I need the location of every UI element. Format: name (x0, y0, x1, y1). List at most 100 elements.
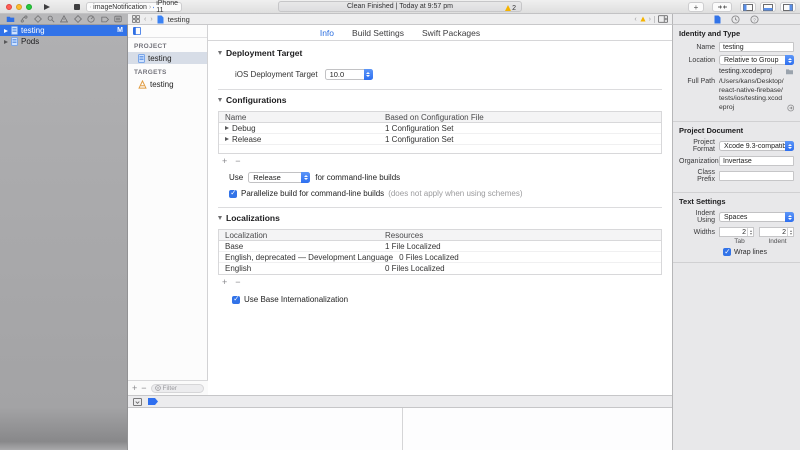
column-localization[interactable]: Localization (219, 231, 379, 240)
report-navigator-icon[interactable] (114, 15, 122, 23)
filter-input[interactable]: Filter (151, 384, 204, 393)
issues-back-icon[interactable]: ‹ (634, 16, 636, 23)
parallelize-checkbox[interactable] (229, 190, 237, 198)
add-configuration-button[interactable]: + (222, 157, 227, 166)
sidebar-item-target-testing[interactable]: testing (128, 78, 207, 90)
back-icon[interactable]: ‹ (144, 16, 146, 23)
variables-view[interactable] (128, 408, 403, 450)
organization-label: Organization (679, 158, 719, 165)
folder-icon[interactable] (785, 68, 794, 75)
stepper-arrows-icon[interactable] (787, 228, 793, 236)
base-internationalization-checkbox[interactable] (232, 296, 240, 304)
activity-status[interactable]: Clean Finished | Today at 9:57 pm 2 (278, 1, 522, 12)
name-field[interactable]: testing (719, 42, 794, 52)
file-inspector-icon[interactable] (714, 15, 721, 24)
toggle-navigator-button[interactable] (740, 2, 756, 12)
source-control-icon[interactable] (20, 15, 28, 23)
tab-build-settings[interactable]: Build Settings (352, 28, 404, 38)
sidebar-item-project-testing[interactable]: testing (128, 52, 207, 64)
symbol-navigator-icon[interactable] (34, 15, 42, 23)
disclosure-triangle-icon[interactable] (218, 51, 222, 55)
deployment-target-dropdown[interactable]: 10.0 (325, 69, 373, 80)
stop-button[interactable] (74, 4, 80, 10)
section-deployment-target[interactable]: Deployment Target (218, 48, 662, 58)
warning-icon[interactable] (640, 16, 645, 21)
add-button[interactable]: + (132, 384, 137, 393)
table-row[interactable]: Debug 1 Configuration Set (219, 123, 661, 134)
table-row[interactable]: English 0 Files Localized (219, 263, 661, 274)
organization-field[interactable]: Invertase (719, 156, 794, 166)
target-icon (138, 80, 147, 89)
table-row[interactable]: Release 1 Configuration Set (219, 134, 661, 145)
tab-swift-packages[interactable]: Swift Packages (422, 28, 480, 38)
jumpbar-file-name[interactable]: testing (168, 15, 190, 24)
project-format-label: Project Format (679, 139, 719, 153)
toggle-debug-button[interactable] (760, 2, 776, 12)
project-format-dropdown[interactable]: Xcode 9.3-compatible (719, 141, 794, 151)
wrap-lines-checkbox[interactable] (723, 248, 731, 256)
disclosure-triangle-icon[interactable] (4, 29, 8, 33)
breakpoint-icon[interactable] (148, 398, 158, 405)
disclosure-triangle-icon[interactable] (218, 98, 222, 102)
indent-width-stepper[interactable]: 2 (759, 227, 794, 237)
disclosure-triangle-icon[interactable] (4, 40, 8, 44)
test-navigator-icon[interactable] (74, 15, 82, 23)
tab-width-stepper[interactable]: 2 (719, 227, 754, 237)
file-inspector: Identity and Type Name testing Location … (672, 25, 800, 450)
issue-navigator-icon[interactable] (60, 15, 68, 23)
class-prefix-field[interactable] (719, 171, 794, 181)
disclosure-triangle-icon[interactable] (225, 126, 229, 130)
name-label: Name (679, 44, 719, 51)
run-button[interactable] (44, 4, 50, 10)
disclosure-triangle-icon[interactable] (225, 137, 229, 141)
column-based-on[interactable]: Based on Configuration File (379, 113, 661, 122)
remove-configuration-button[interactable]: − (235, 157, 240, 166)
localization-resources: 1 File Localized (379, 242, 661, 251)
file-icon (157, 15, 164, 24)
minimize-button[interactable] (16, 4, 22, 10)
hide-debug-icon[interactable] (133, 398, 142, 406)
status-text: Clean Finished | Today at 9:57 pm (347, 3, 453, 10)
quick-help-icon[interactable]: ? (750, 15, 759, 24)
editor-layout-button[interactable] (712, 2, 732, 12)
stepper-arrows-icon[interactable] (747, 228, 753, 236)
breakpoint-navigator-icon[interactable] (101, 16, 109, 23)
remove-button[interactable]: − (141, 384, 146, 393)
table-row[interactable]: English, deprecated — Development Langua… (219, 252, 661, 263)
section-localizations[interactable]: Localizations (218, 213, 662, 223)
scheme-selector[interactable]: imageNotification › iPhone 11 (86, 2, 182, 12)
zoom-button[interactable] (26, 4, 32, 10)
find-navigator-icon[interactable] (47, 15, 55, 23)
remove-localization-button[interactable]: − (235, 278, 240, 287)
app-icon (90, 4, 91, 10)
device-icon (153, 4, 154, 11)
warning-badge[interactable]: 2 (505, 5, 516, 12)
reveal-arrow-icon[interactable] (787, 104, 794, 112)
command-line-config-dropdown[interactable]: Release (248, 172, 310, 183)
editor-tab-bar: Info Build Settings Swift Packages (208, 25, 672, 41)
history-inspector-icon[interactable] (731, 15, 740, 24)
column-name[interactable]: Name (219, 113, 379, 122)
related-items-icon[interactable] (132, 15, 140, 23)
indent-using-dropdown[interactable]: Spaces (719, 212, 794, 222)
add-editor-icon[interactable] (658, 15, 668, 23)
forward-icon[interactable]: › (150, 16, 152, 23)
sidebar-item-label: testing (150, 80, 174, 89)
toggle-inspector-button[interactable] (780, 2, 796, 12)
table-row[interactable]: Base 1 File Localized (219, 241, 661, 252)
section-configurations[interactable]: Configurations (218, 95, 662, 105)
debug-navigator-icon[interactable] (87, 15, 95, 23)
column-resources[interactable]: Resources (379, 231, 661, 240)
close-button[interactable] (6, 4, 12, 10)
tab-info[interactable]: Info (320, 28, 334, 38)
library-button[interactable]: + (688, 2, 704, 12)
hide-project-list-icon[interactable] (133, 27, 141, 35)
navigator-item-pods[interactable]: Pods (0, 36, 127, 47)
location-dropdown[interactable]: Relative to Group (719, 55, 794, 65)
navigator-item-testing[interactable]: testing M (0, 25, 127, 36)
add-localization-button[interactable]: + (222, 278, 227, 287)
project-navigator-icon[interactable] (6, 15, 15, 23)
console-view[interactable] (403, 408, 672, 450)
issues-forward-icon[interactable]: › (649, 16, 651, 23)
disclosure-triangle-icon[interactable] (218, 216, 222, 220)
